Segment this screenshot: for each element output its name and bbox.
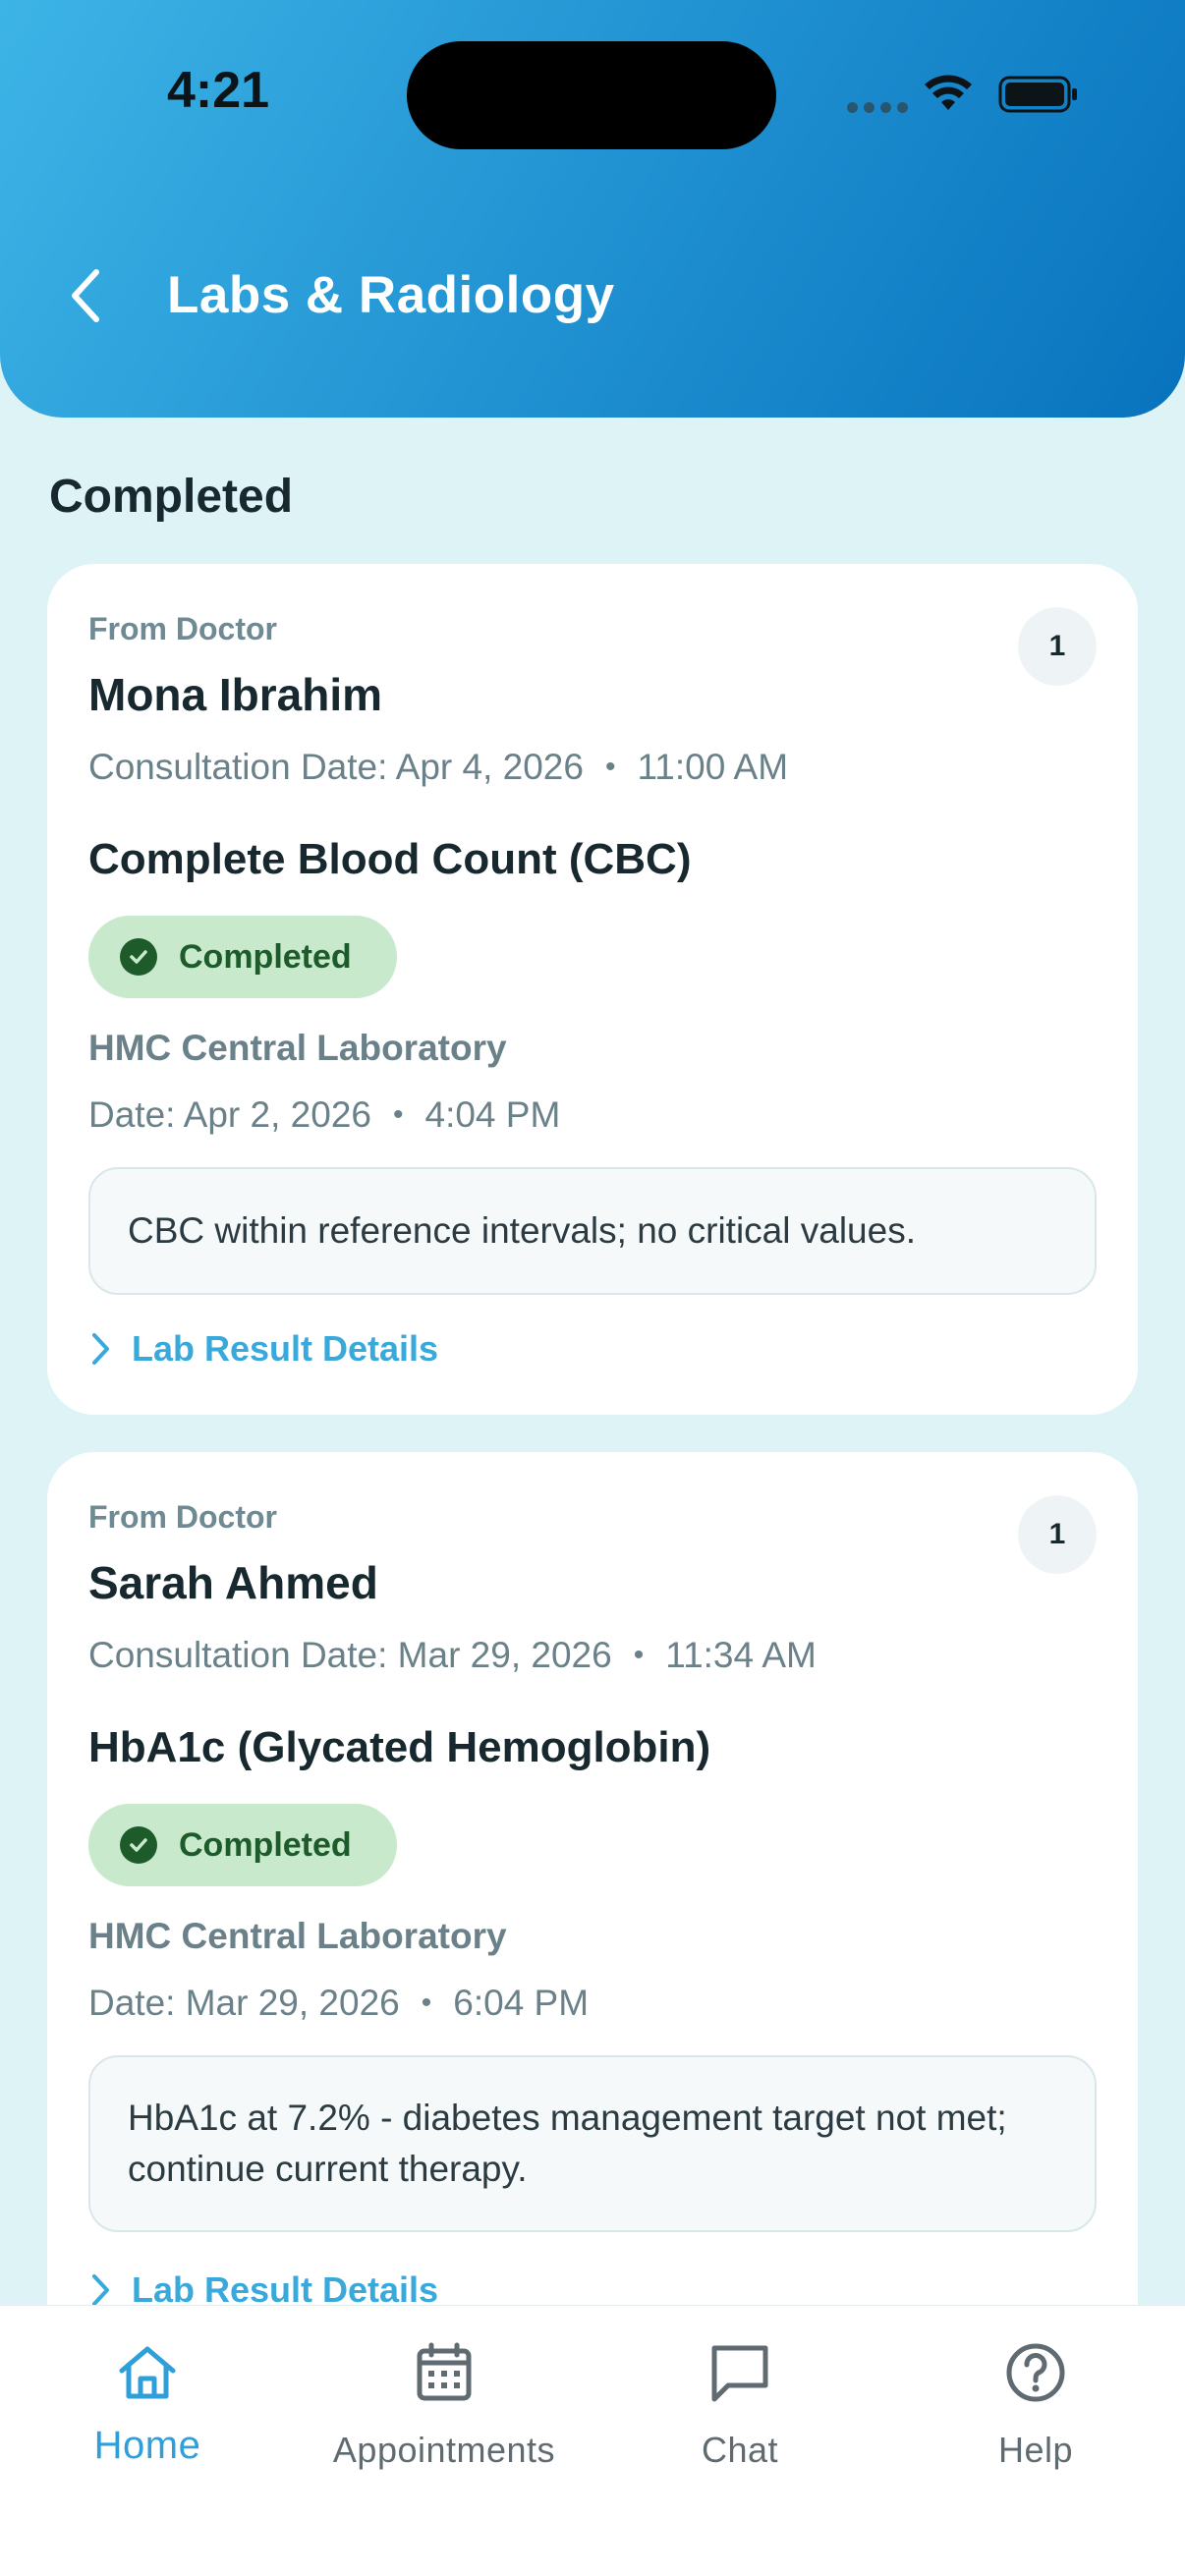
- home-icon: [0, 2333, 295, 2412]
- nav-help-label: Help: [997, 2430, 1074, 2470]
- consultation-date-text: Consultation Date: Apr 4, 2026: [88, 747, 584, 787]
- help-icon: [888, 2333, 1183, 2412]
- chevron-right-icon: [92, 2274, 109, 2306]
- nav-help[interactable]: Help: [888, 2333, 1183, 2471]
- consultation-time: 11:00 AM: [637, 747, 789, 787]
- test-name: Complete Blood Count (CBC): [88, 835, 692, 883]
- status-bar-time: 4:21: [167, 62, 270, 119]
- consultation-time: 11:34 AM: [665, 1635, 817, 1675]
- lab-result-details-link[interactable]: Lab Result Details: [88, 1328, 438, 1370]
- separator-dot: •: [392, 1098, 404, 1131]
- result-date-text: Date: Apr 2, 2026: [88, 1094, 371, 1135]
- chevron-right-icon: [92, 1333, 109, 1365]
- separator-dot: •: [421, 1987, 432, 2019]
- battery-icon: [998, 75, 1079, 119]
- from-doctor-label: From Doctor: [88, 611, 277, 646]
- chat-icon: [592, 2333, 887, 2412]
- consultation-date: Consultation Date: Mar 29, 2026 • 11:34 …: [88, 1635, 817, 1676]
- nav-home-label: Home: [93, 2424, 201, 2467]
- consultation-date-text: Consultation Date: Mar 29, 2026: [88, 1635, 612, 1675]
- result-date: Date: Apr 2, 2026 • 4:04 PM: [88, 1094, 560, 1136]
- details-link-label: Lab Result Details: [132, 1328, 439, 1369]
- result-time: 4:04 PM: [424, 1094, 561, 1135]
- labs-radiology-screen: 4:21 Labs & Radiology Completed From Doc…: [0, 0, 1185, 2576]
- result-note: HbA1c at 7.2% - diabetes management targ…: [88, 2055, 1097, 2232]
- page-title: Labs & Radiology: [167, 266, 615, 324]
- calendar-icon: [297, 2333, 592, 2412]
- separator-dot: •: [604, 751, 616, 783]
- lab-result-card: From Doctor 1 Sarah Ahmed Consultation D…: [47, 1452, 1138, 2435]
- nav-chat[interactable]: Chat: [592, 2333, 887, 2471]
- section-title: Completed: [49, 471, 294, 523]
- count-badge: 1: [1018, 607, 1097, 686]
- dynamic-island: [407, 41, 776, 149]
- chevron-left-icon: [72, 269, 99, 322]
- nav-chat-label: Chat: [701, 2430, 779, 2470]
- status-badge: Completed: [88, 916, 397, 998]
- from-doctor-label: From Doctor: [88, 1499, 277, 1535]
- result-time: 6:04 PM: [453, 1983, 590, 2023]
- check-circle-icon: [120, 1826, 157, 1864]
- wifi-icon: [924, 73, 973, 117]
- nav-appointments[interactable]: Appointments: [297, 2333, 592, 2471]
- nav-appointments-label: Appointments: [332, 2430, 556, 2470]
- status-label: Completed: [179, 937, 352, 976]
- lab-result-card: From Doctor 1 Mona Ibrahim Consultation …: [47, 564, 1138, 1415]
- lab-name: HMC Central Laboratory: [88, 1916, 507, 1956]
- back-button[interactable]: [55, 261, 114, 330]
- consultation-date: Consultation Date: Apr 4, 2026 • 11:00 A…: [88, 747, 788, 788]
- separator-dot: •: [633, 1639, 645, 1671]
- status-label: Completed: [179, 1825, 352, 1864]
- result-date: Date: Mar 29, 2026 • 6:04 PM: [88, 1983, 589, 2024]
- header: 4:21 Labs & Radiology: [0, 0, 1185, 418]
- doctor-name: Sarah Ahmed: [88, 1557, 378, 1608]
- test-name: HbA1c (Glycated Hemoglobin): [88, 1723, 711, 1771]
- result-date-text: Date: Mar 29, 2026: [88, 1983, 400, 2023]
- status-badge: Completed: [88, 1804, 397, 1886]
- cellular-signal-icon: [847, 102, 908, 113]
- result-note: CBC within reference intervals; no criti…: [88, 1167, 1097, 1295]
- bottom-navigation: Home Appointments Chat Help: [0, 2305, 1185, 2576]
- nav-home[interactable]: Home: [0, 2333, 295, 2468]
- count-badge: 1: [1018, 1495, 1097, 1574]
- check-circle-icon: [120, 938, 157, 976]
- doctor-name: Mona Ibrahim: [88, 669, 383, 720]
- lab-name: HMC Central Laboratory: [88, 1028, 507, 1068]
